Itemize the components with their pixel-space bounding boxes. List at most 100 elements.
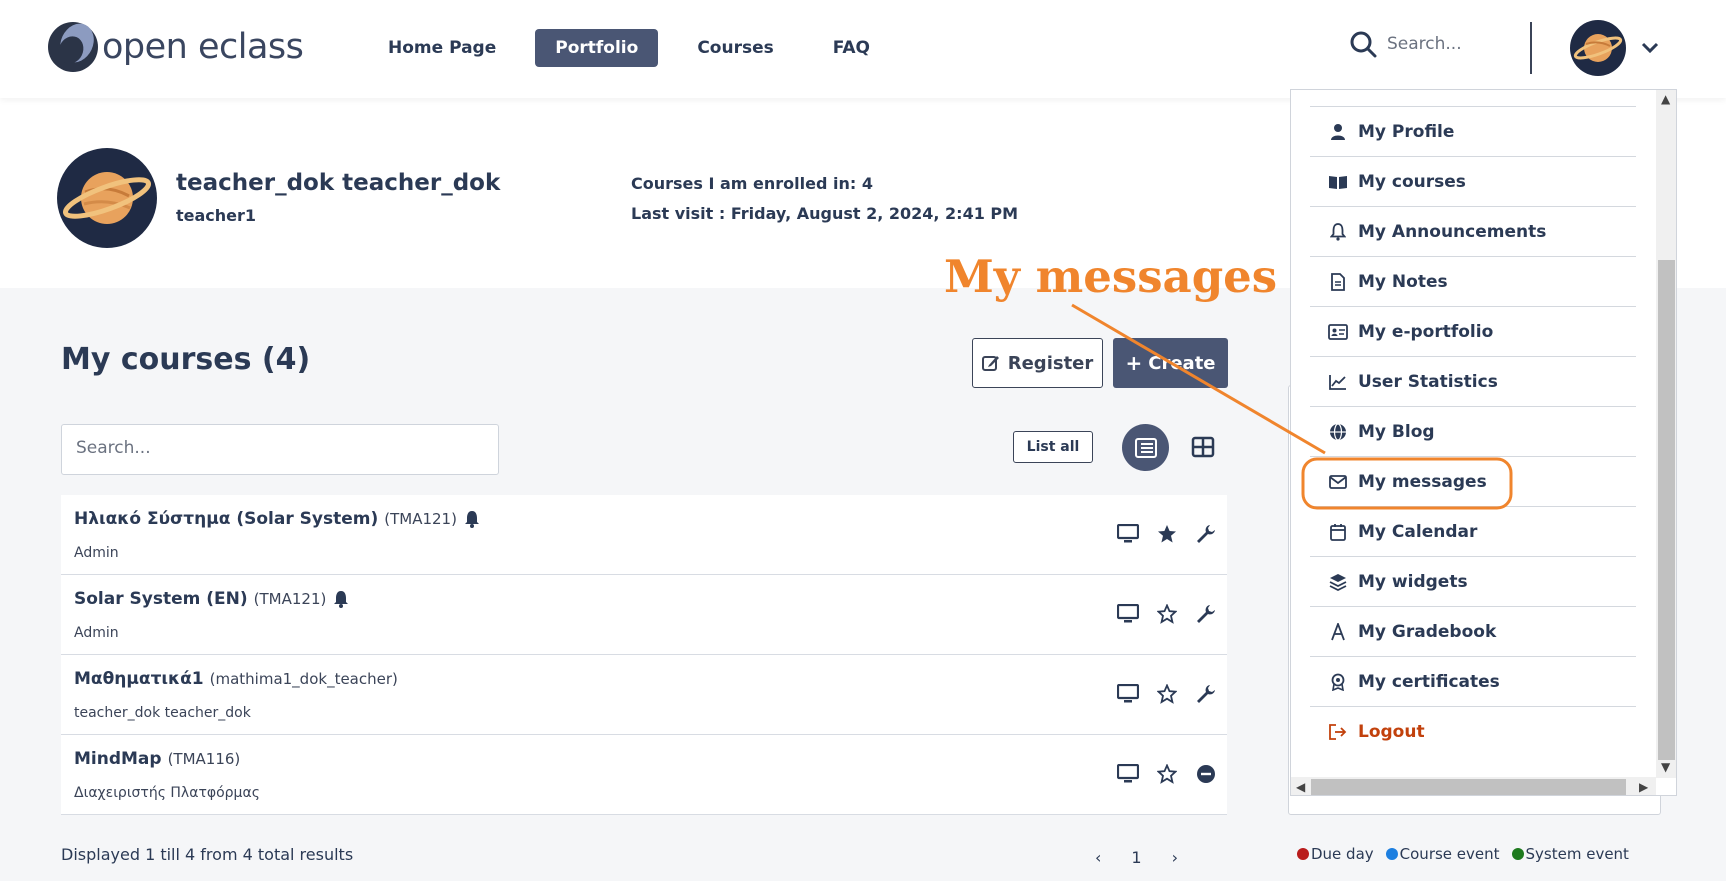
chevron-down-icon[interactable]	[1640, 38, 1660, 58]
dropdown-vertical-scrollbar[interactable]: ▲ ▼	[1656, 90, 1676, 778]
menu-item-label: My certificates	[1358, 671, 1500, 692]
course-title[interactable]: Solar System (EN) (TMA121)	[74, 589, 350, 609]
menu-item-logout[interactable]: Logout	[1310, 707, 1636, 757]
wrench-icon[interactable]	[1195, 603, 1217, 625]
course-actions	[1117, 603, 1217, 625]
pager-page[interactable]: 1	[1131, 848, 1141, 867]
monitor-icon[interactable]	[1117, 683, 1139, 705]
bell-icon	[334, 591, 349, 608]
register-label: Register	[1007, 352, 1094, 374]
header-search-input[interactable]: Search...	[1387, 34, 1462, 54]
menu-item-my-gradebook[interactable]: My Gradebook	[1310, 607, 1636, 657]
header-search[interactable]: Search...	[1349, 30, 1462, 58]
course-title[interactable]: Ηλιακό Σύστημα (Solar System) (TMA121)	[74, 509, 481, 529]
dropdown-list: My Profile My courses My Announcements M…	[1310, 90, 1636, 757]
star-filled-icon[interactable]	[1156, 523, 1178, 545]
list-all-button[interactable]: List all	[1013, 431, 1093, 463]
nav-home[interactable]: Home Page	[368, 29, 516, 67]
list-view-button[interactable]	[1122, 424, 1169, 471]
table-row[interactable]: Ηλιακό Σύστημα (Solar System) (TMA121) A…	[61, 495, 1227, 575]
menu-item-label: Logout	[1358, 722, 1425, 742]
course-code: (TMA121)	[253, 590, 327, 608]
nav-courses[interactable]: Courses	[677, 29, 793, 67]
table-row[interactable]: MindMap (TMA116) Διαχειριστής Πλατφόρμας	[61, 735, 1227, 815]
menu-item-label: My messages	[1358, 471, 1487, 492]
logo[interactable]: open eclass	[46, 20, 304, 74]
pager-prev[interactable]: ‹	[1095, 848, 1101, 867]
course-code: (TMA121)	[384, 510, 457, 528]
course-actions	[1117, 523, 1217, 545]
user-icon	[1328, 122, 1348, 142]
legend-label: Course event	[1399, 845, 1500, 863]
menu-item-user-statistics[interactable]: User Statistics	[1310, 357, 1636, 407]
horizontal-scroll-thumb[interactable]	[1311, 779, 1626, 795]
star-outline-icon[interactable]	[1156, 763, 1178, 785]
menu-item-my-notes[interactable]: My Notes	[1310, 257, 1636, 307]
register-button[interactable]: Register	[972, 338, 1103, 388]
last-visit: Last visit : Friday, August 2, 2024, 2:4…	[631, 204, 1019, 223]
course-actions	[1117, 683, 1217, 705]
pager-next[interactable]: ›	[1172, 848, 1178, 867]
legend-system-event: System event	[1511, 845, 1629, 863]
nav-portfolio[interactable]: Portfolio	[535, 29, 659, 67]
pagination: ‹ 1 ›	[1095, 848, 1178, 867]
star-outline-icon[interactable]	[1156, 683, 1178, 705]
course-list: Ηλιακό Σύστημα (Solar System) (TMA121) A…	[61, 495, 1227, 815]
menu-item-my-widgets[interactable]: My widgets	[1310, 557, 1636, 607]
menu-item-my-e-portfolio[interactable]: My e-portfolio	[1310, 307, 1636, 357]
monitor-icon[interactable]	[1117, 603, 1139, 625]
wrench-icon[interactable]	[1195, 683, 1217, 705]
nav-faq[interactable]: FAQ	[813, 29, 890, 67]
minus-circle-icon[interactable]	[1195, 763, 1217, 785]
menu-item-my-messages[interactable]: My messages	[1310, 457, 1636, 507]
course-name[interactable]: Solar System (EN)	[74, 589, 248, 609]
profile-name: teacher_dok teacher_dok	[176, 170, 501, 196]
menu-item-my-blog[interactable]: My Blog	[1310, 407, 1636, 457]
monitor-icon[interactable]	[1117, 523, 1139, 545]
gradebook-icon	[1328, 622, 1348, 642]
monitor-icon[interactable]	[1117, 763, 1139, 785]
create-button[interactable]: + Create	[1113, 338, 1228, 388]
wrench-icon[interactable]	[1195, 523, 1217, 545]
award-icon	[1328, 672, 1348, 692]
menu-item-label: My courses	[1358, 171, 1466, 192]
calendar-icon	[1328, 522, 1348, 542]
menu-item-my-calendar[interactable]: My Calendar	[1310, 507, 1636, 557]
course-title[interactable]: MindMap (TMA116)	[74, 749, 240, 769]
menu-item-my-certificates[interactable]: My certificates	[1310, 657, 1636, 707]
menu-item-my-courses[interactable]: My courses	[1310, 157, 1636, 207]
grid-view-icon[interactable]	[1191, 435, 1215, 459]
course-name[interactable]: Ηλιακό Σύστημα (Solar System)	[74, 509, 378, 529]
dropdown-horizontal-scrollbar[interactable]: ◀ ▶	[1291, 777, 1656, 795]
main-nav: Home Page Portfolio Courses FAQ	[368, 29, 909, 67]
star-outline-icon[interactable]	[1156, 603, 1178, 625]
create-label: Create	[1148, 352, 1216, 374]
course-name[interactable]: MindMap	[74, 749, 162, 769]
table-row[interactable]: Solar System (EN) (TMA121) Admin	[61, 575, 1227, 655]
user-dropdown-menu: My Profile My courses My Announcements M…	[1290, 89, 1677, 796]
course-search-input[interactable]: Search...	[61, 424, 499, 475]
list-icon	[1134, 437, 1157, 458]
menu-item-my-announcements[interactable]: My Announcements	[1310, 207, 1636, 257]
course-name[interactable]: Μαθηματικά1	[74, 669, 204, 689]
logo-text: open eclass	[102, 27, 304, 67]
menu-item-label: My widgets	[1358, 571, 1468, 592]
planet-icon	[62, 172, 152, 224]
user-avatar[interactable]	[1570, 20, 1626, 76]
course-owner: Διαχειριστής Πλατφόρμας	[74, 785, 260, 801]
profile-avatar	[57, 148, 157, 248]
enrolled-count: Courses I am enrolled in: 4	[631, 174, 873, 193]
menu-item-label: My Profile	[1358, 121, 1455, 142]
plus-icon: +	[1125, 351, 1143, 375]
search-icon[interactable]	[1349, 30, 1377, 58]
logout-icon	[1328, 722, 1348, 742]
results-summary: Displayed 1 till 4 from 4 total results	[61, 845, 354, 864]
vertical-scroll-thumb[interactable]	[1658, 260, 1675, 760]
table-row[interactable]: Μαθηματικά1 (mathima1_dok_teacher) teach…	[61, 655, 1227, 735]
menu-item-my-profile[interactable]: My Profile	[1310, 107, 1636, 157]
dropdown-partial-item	[1310, 90, 1636, 107]
menu-item-label: My Notes	[1358, 271, 1448, 292]
calendar-legend: Due day Course event System event	[1297, 845, 1629, 863]
menu-item-label: My Calendar	[1358, 521, 1478, 542]
course-title[interactable]: Μαθηματικά1 (mathima1_dok_teacher)	[74, 669, 398, 689]
